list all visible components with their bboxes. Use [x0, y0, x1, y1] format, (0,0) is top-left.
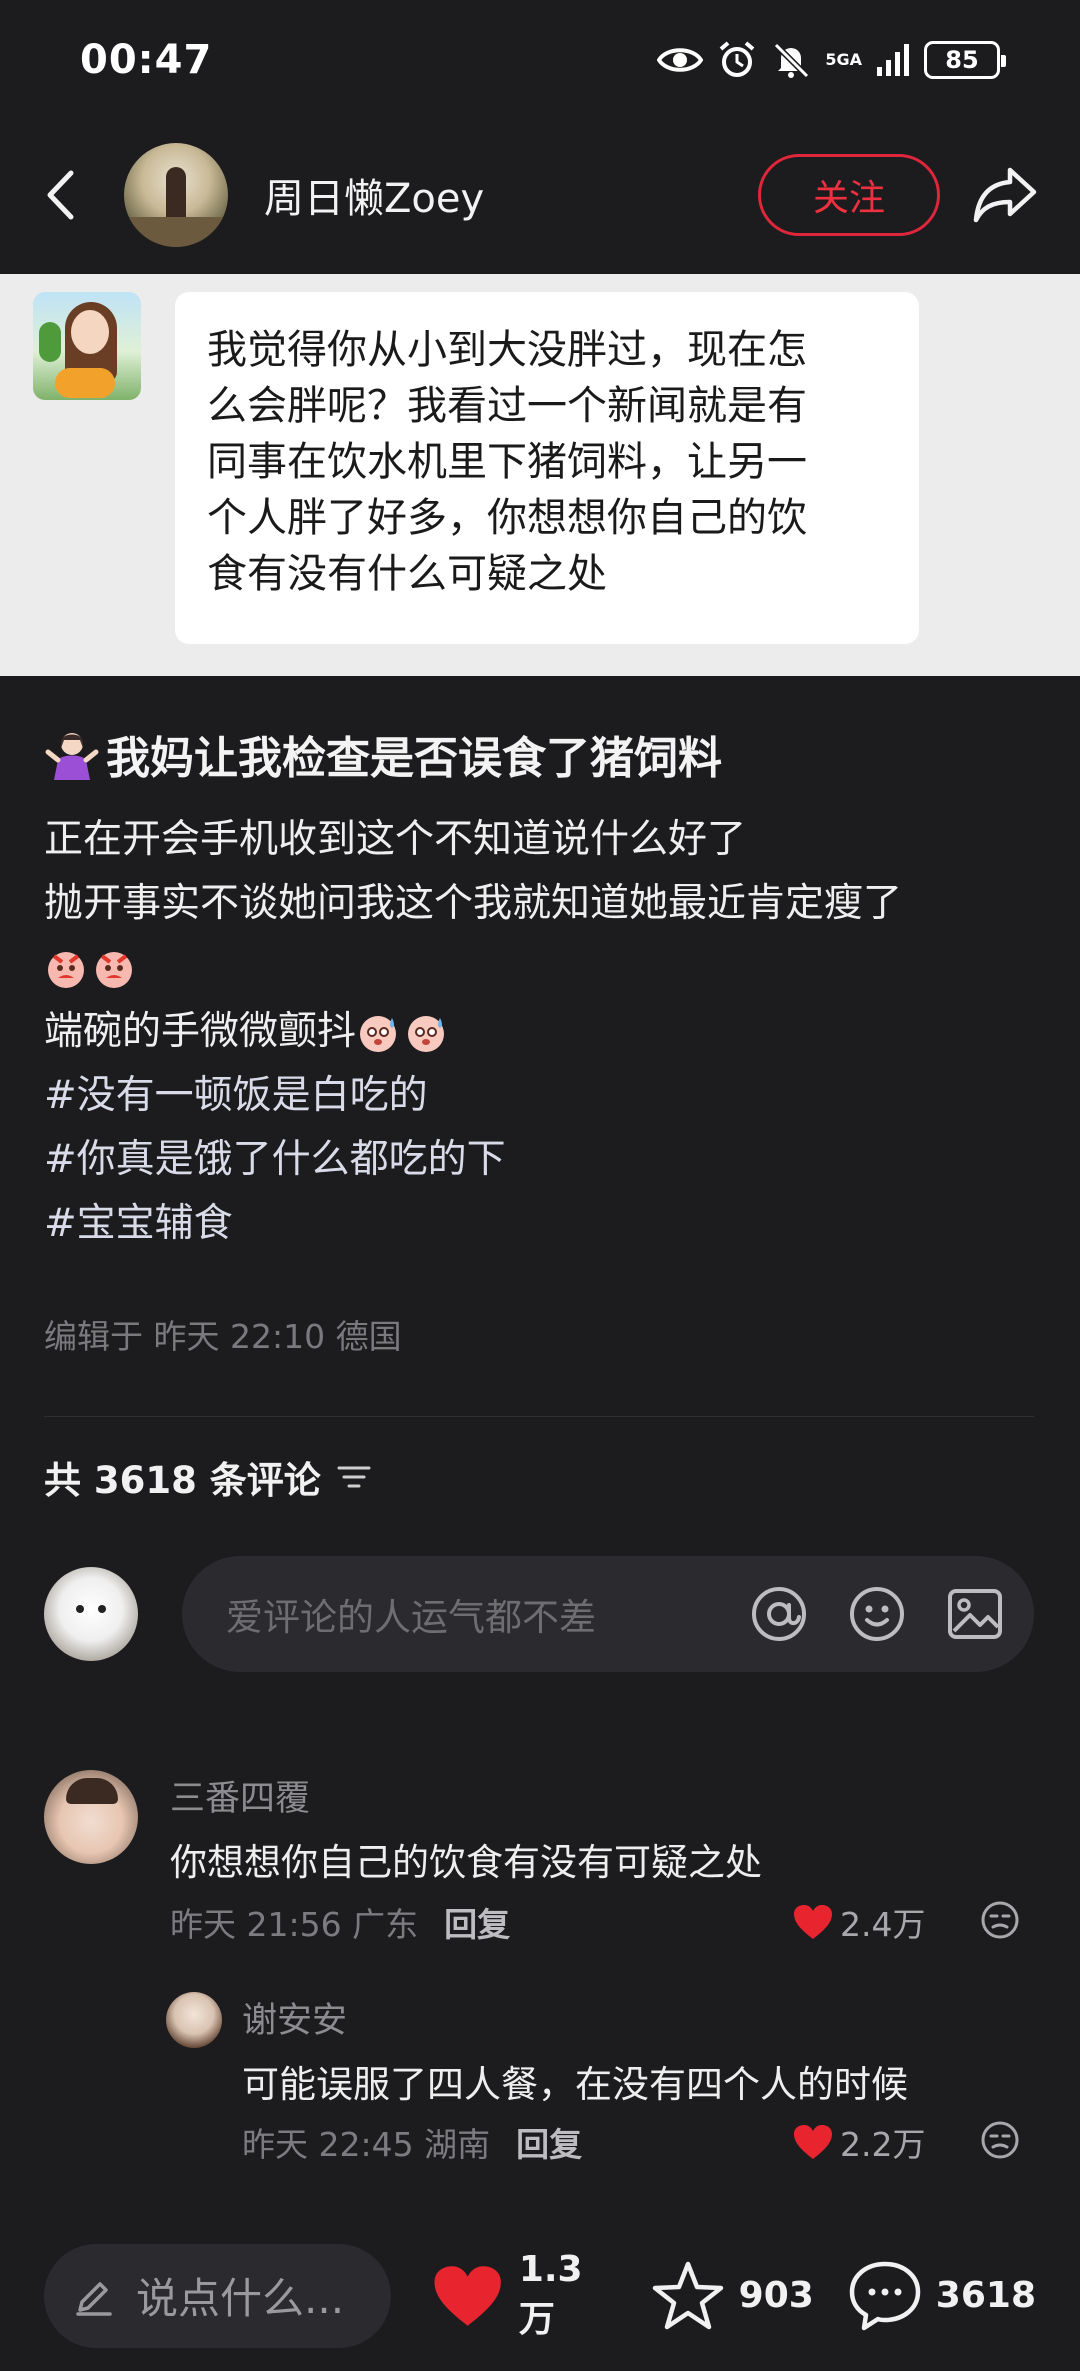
comment-like-button[interactable]: 2.2万: [792, 2118, 925, 2166]
pencil-icon: [76, 2281, 112, 2316]
image-icon: [948, 1589, 1002, 1639]
back-button[interactable]: [38, 165, 82, 225]
chat-message-line: 食有没有什么可疑之处: [207, 551, 607, 597]
post-body-line: 正在开会手机收到这个不知道说什么好了: [44, 817, 747, 862]
say-something-placeholder: 说点什么...: [136, 2274, 345, 2323]
reply-button[interactable]: 回复: [444, 1898, 510, 1946]
post-image[interactable]: 我觉得你从小到大没胖过，现在怎 么会胖呢？我看过一个新闻就是有 同事在饮水机里下…: [0, 274, 1080, 676]
status-time: 00:47: [80, 37, 213, 83]
comment-like-count: 2.2万: [840, 2125, 926, 2164]
heart-filled-icon: [794, 1905, 832, 1939]
post-body: 正在开会手机收到这个不知道说什么好了 抛开事实不谈她问我这个我就知道她最近肯定瘦…: [44, 808, 1054, 1256]
comment-text: 可能误服了四人餐，在没有四个人的时候: [242, 2063, 908, 2106]
comment-like-button[interactable]: 2.4万: [792, 1898, 925, 1946]
hashtag-link[interactable]: #你真是饿了什么都吃的下: [44, 1128, 1054, 1192]
hashtag-link[interactable]: #没有一顿饭是白吃的: [44, 1064, 1054, 1128]
favorite-count: 903: [738, 2275, 814, 2316]
status-icons: 5GA 85: [657, 40, 1006, 80]
chat-message-bubble: 我觉得你从小到大没胖过，现在怎 么会胖呢？我看过一个新闻就是有 同事在饮水机里下…: [175, 292, 919, 644]
eye-icon: [657, 48, 704, 72]
chat-message-line: 我觉得你从小到大没胖过，现在怎: [207, 327, 807, 373]
author-avatar[interactable]: [124, 143, 228, 247]
reply-comment-item: 谢安安 可能误服了四人餐，在没有四个人的时候 昨天 22:45 湖南 回复 2.…: [44, 1992, 1034, 2172]
chevron-left-icon: [47, 170, 74, 220]
post-title-text: 我妈让我检查是否误食了猪饲料: [106, 733, 722, 784]
comment-count: 3618: [935, 2275, 1036, 2316]
share-button[interactable]: [968, 158, 1042, 232]
network-label: 5GA: [825, 50, 862, 69]
signal-icon: [877, 44, 909, 76]
comment-input-row: 爱评论的人运气都不差: [44, 1556, 1034, 1672]
sweat-face-emoji-icon: [408, 1016, 445, 1052]
sort-icon[interactable]: [337, 1463, 371, 1491]
comment-item: 三番四覆 你想想你自己的饮食有没有可疑之处 昨天 21:56 广东 回复 2.4…: [44, 1770, 1034, 1970]
alarm-icon: [720, 41, 755, 77]
battery-level: 85: [945, 46, 979, 74]
chat-message-line: 个人胖了好多，你想想你自己的饮: [207, 495, 807, 541]
comment-meta: 昨天 22:45 湖南 回复: [242, 2118, 582, 2166]
post-edit-meta: 编辑于 昨天 22:10 德国: [44, 1317, 402, 1356]
chat-message-line: 同事在饮水机里下猪饲料，让另一: [207, 439, 807, 485]
bottom-action-bar: 说点什么... 1.3万 903 3618: [0, 2220, 1080, 2371]
heart-filled-icon: [434, 2265, 502, 2326]
post-header: 周日懒Zoey 关注: [0, 120, 1080, 270]
say-something-input[interactable]: 说点什么...: [44, 2243, 392, 2348]
post-body-line: 端碗的手微微颤抖: [44, 1009, 357, 1054]
chat-bubble-icon: [849, 2261, 921, 2330]
image-upload-button[interactable]: [944, 1583, 1006, 1645]
share-arrow-icon: [973, 167, 1037, 223]
commenter-name[interactable]: 谢安安: [242, 1992, 347, 2043]
like-count: 1.3万: [518, 2249, 583, 2340]
angry-face-emoji-icon: [96, 952, 132, 988]
comment-time-location: 昨天 22:45 湖南: [242, 2125, 491, 2164]
hashtag-link[interactable]: #宝宝辅食: [44, 1192, 1054, 1256]
favorite-button[interactable]: 903: [651, 2260, 814, 2332]
dislike-face-icon[interactable]: [980, 1900, 1020, 1940]
battery-indicator: 85: [924, 41, 1006, 79]
star-icon: [652, 2261, 723, 2329]
emoji-button[interactable]: [846, 1583, 908, 1645]
my-avatar: [44, 1567, 138, 1661]
heart-filled-icon: [794, 2125, 832, 2159]
smiley-icon: [850, 1587, 904, 1641]
comment-time-location: 昨天 21:56 广东: [170, 1905, 419, 1944]
comments-header: 共 3618 条评论: [44, 1450, 371, 1504]
comments-count-label: 共 3618 条评论: [44, 1459, 321, 1502]
at-icon: [752, 1587, 806, 1641]
post-body-line-with-emoji: 端碗的手微微颤抖: [44, 1000, 1054, 1064]
dislike-face-icon[interactable]: [980, 2120, 1020, 2160]
status-bar: 00:47 5GA 85: [0, 0, 1080, 120]
comment-button[interactable]: 3618: [848, 2260, 1036, 2332]
mute-bell-icon: [774, 42, 810, 79]
angry-face-emoji-icon: [48, 952, 84, 988]
emoji-line: [44, 936, 1054, 1000]
reply-button[interactable]: 回复: [516, 2118, 582, 2166]
post-body-line: 抛开事实不谈她问我这个我就知道她最近肯定瘦了: [44, 881, 903, 926]
divider: [44, 1416, 1034, 1417]
comment-input-placeholder: 爱评论的人运气都不差: [226, 1596, 596, 1639]
comment-input[interactable]: 爱评论的人运气都不差: [182, 1556, 1034, 1672]
like-button[interactable]: 1.3万: [431, 2249, 612, 2342]
commenter-avatar[interactable]: [44, 1770, 138, 1864]
network-indicator: 5GA: [825, 52, 862, 68]
comment-meta: 昨天 21:56 广东 回复: [170, 1898, 510, 1946]
comment-like-count: 2.4万: [840, 1905, 926, 1944]
comment-text: 你想想你自己的饮食有没有可疑之处: [170, 1841, 762, 1884]
follow-button[interactable]: 关注: [758, 154, 940, 236]
person-shrugging-emoji-icon: [45, 733, 99, 780]
mention-button[interactable]: [748, 1583, 810, 1645]
sweat-face-emoji-icon: [360, 1016, 397, 1052]
post-title: 我妈让我检查是否误食了猪饲料: [44, 722, 1044, 786]
commenter-avatar[interactable]: [166, 1992, 222, 2048]
author-name[interactable]: 周日懒Zoey: [264, 166, 758, 224]
commenter-name[interactable]: 三番四覆: [170, 1770, 310, 1821]
chat-message-line: 么会胖呢？我看过一个新闻就是有: [207, 383, 807, 429]
chat-sender-avatar: [33, 292, 141, 400]
